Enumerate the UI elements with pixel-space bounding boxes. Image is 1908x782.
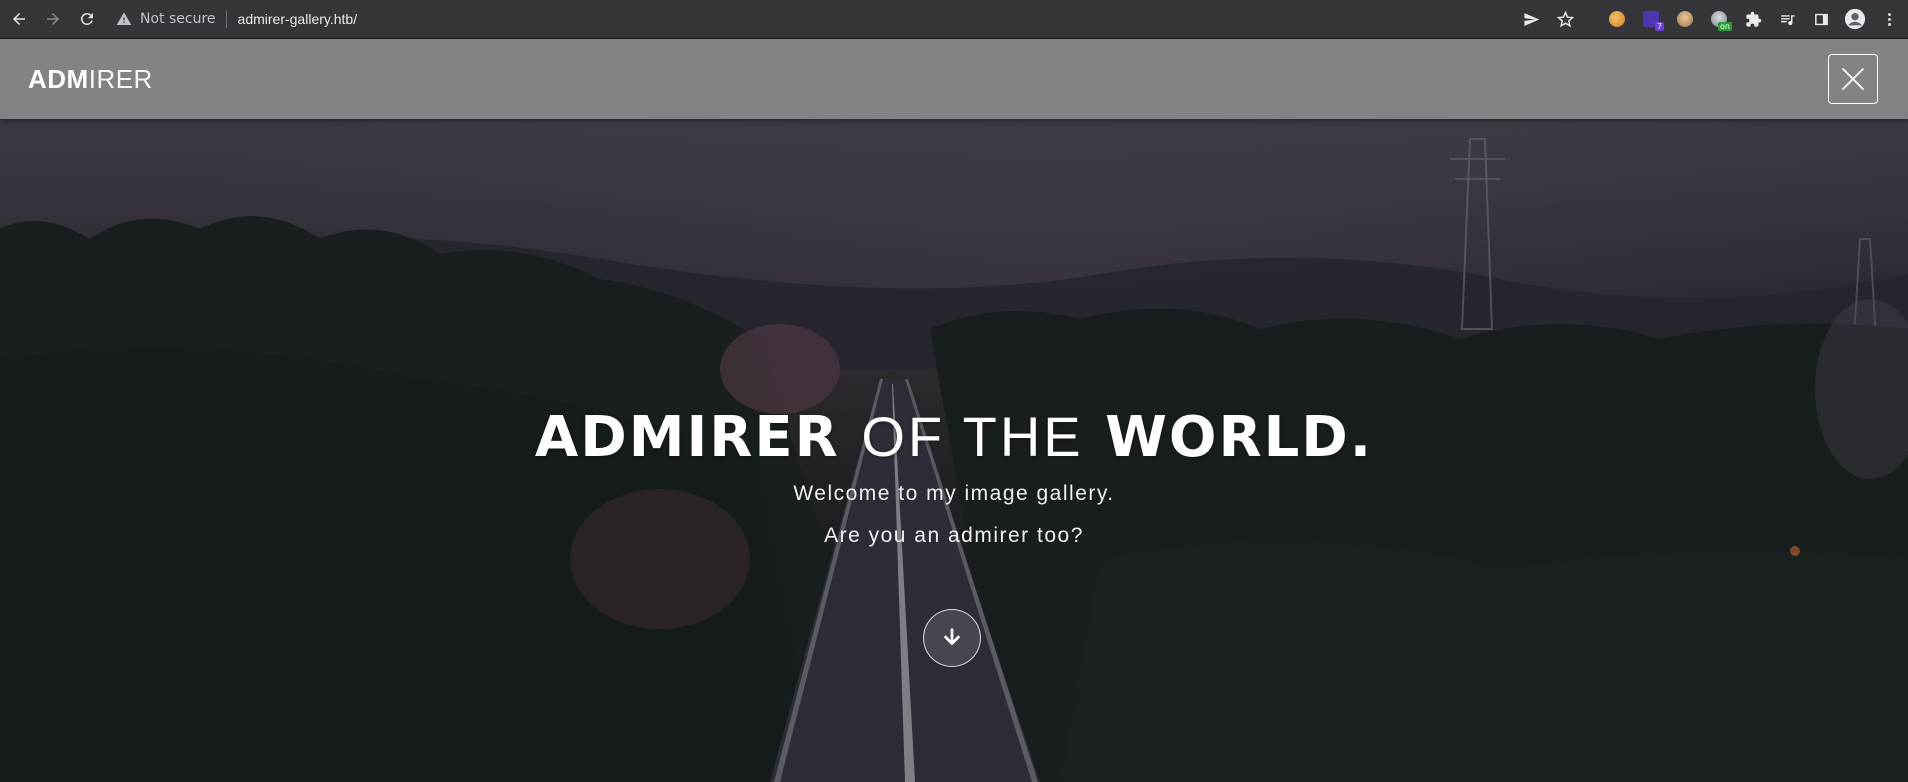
extension-globe-button[interactable]: on (1704, 4, 1734, 34)
extensions-button[interactable] (1738, 4, 1768, 34)
side-panel-icon (1814, 13, 1828, 25)
hero-section: ADMIRER OF THE WORLD. Welcome to my imag… (0, 39, 1908, 782)
extension-face-icon (1677, 11, 1693, 27)
address-bar[interactable]: Not secure admirer-gallery.htb/ (116, 4, 357, 34)
extension-face-button[interactable] (1670, 4, 1700, 34)
browser-menu-button[interactable] (1874, 4, 1904, 34)
warning-icon (116, 11, 132, 25)
side-panel-button[interactable] (1806, 4, 1836, 34)
bookmark-button[interactable] (1550, 4, 1580, 34)
back-button[interactable] (4, 4, 34, 34)
hero-title-part1: ADMIRER (534, 405, 840, 470)
puzzle-icon (1745, 11, 1761, 27)
reload-button[interactable] (72, 4, 102, 34)
extension-purple-button[interactable]: 7 (1636, 4, 1666, 34)
extension-badge: on (1718, 22, 1732, 31)
extension-badge: 7 (1654, 22, 1664, 31)
arrow-left-icon (13, 12, 25, 25)
hero-subtitle-1: Welcome to my image gallery. (793, 482, 1115, 505)
reload-icon (80, 12, 93, 25)
security-status[interactable]: Not secure (140, 11, 216, 27)
more-vertical-icon (1887, 12, 1891, 26)
profile-button[interactable] (1840, 4, 1870, 34)
address-separator (225, 9, 227, 28)
hero-title-part2: OF THE (861, 405, 1084, 468)
arrow-right-icon (47, 12, 59, 25)
arrow-down-icon (944, 628, 960, 645)
scroll-down-button[interactable] (923, 609, 981, 667)
extension-orange-button[interactable] (1602, 4, 1632, 34)
extension-orange-icon (1609, 11, 1625, 27)
star-icon (1556, 10, 1574, 27)
forward-button[interactable] (38, 4, 68, 34)
browser-toolbar: Not secure admirer-gallery.htb/ 7 on (0, 0, 1908, 38)
account-icon (1844, 8, 1866, 30)
reading-list-button[interactable] (1772, 4, 1802, 34)
hero-title: ADMIRER OF THE WORLD. (0, 404, 1908, 470)
send-tab-button[interactable] (1516, 4, 1546, 34)
hero-title-part3: WORLD. (1105, 405, 1374, 470)
media-list-icon (1780, 14, 1795, 25)
url-text[interactable]: admirer-gallery.htb/ (238, 11, 358, 27)
toolbar-actions: 7 on (1516, 0, 1904, 38)
hero-subtitle-2: Are you an admirer too? (824, 524, 1084, 547)
page-viewport: ADMIRER ADMIRER OF THE WORLD. Welcome to… (0, 39, 1908, 782)
send-icon (1523, 12, 1539, 26)
